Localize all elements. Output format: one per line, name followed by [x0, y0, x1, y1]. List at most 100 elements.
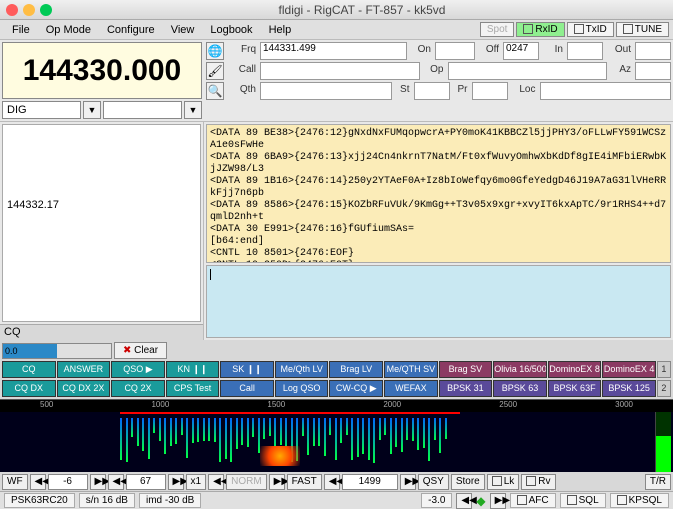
macro-cq2x[interactable]: CQ 2X [111, 380, 165, 397]
speed-fast[interactable]: FAST [287, 474, 322, 490]
macro-meqth-sv[interactable]: Me/QTH SV [384, 361, 438, 378]
menu-logbook[interactable]: Logbook [202, 22, 260, 38]
right-fast-icon[interactable]: ▶▶ [90, 474, 106, 490]
macro-cq[interactable]: CQ [2, 361, 56, 378]
op-label: Op [422, 62, 446, 80]
waterfall-display[interactable]: 500 1000 1500 2000 2500 3000 for(let i=0… [0, 399, 673, 471]
in-label: In [541, 42, 565, 60]
wf-button[interactable]: WF [2, 474, 28, 490]
macro-meqth-lv[interactable]: Me/Qth LV [275, 361, 329, 378]
call-field[interactable] [260, 62, 420, 80]
mode-dropdown-icon[interactable]: ▼ [83, 101, 101, 119]
macro-call[interactable]: Call [220, 380, 274, 397]
zoom-left-icon[interactable]: ◀◀ [208, 474, 224, 490]
op-field[interactable] [448, 62, 608, 80]
left-fast-icon[interactable]: ◀◀ [30, 474, 46, 490]
macro-logqso[interactable]: Log QSO [275, 380, 329, 397]
menu-view[interactable]: View [163, 22, 203, 38]
channel-freq: 144332.17 [7, 199, 196, 211]
receive-pane[interactable]: <DATA 89 BE38>{2476:12}gNxdNxFUMqopwcrA+… [206, 124, 671, 263]
menu-opmode[interactable]: Op Mode [38, 22, 99, 38]
macro-row-1: CQ ANSWER QSO ▶ KN ❙❙ SK ❙❙ Me/Qth LV Br… [2, 361, 671, 378]
spot-button[interactable]: Spot [480, 22, 515, 37]
rv-button[interactable]: Rv [521, 474, 555, 490]
macro-brag-sv[interactable]: Brag SV [439, 361, 493, 378]
wf-val1[interactable]: -6 [48, 474, 88, 490]
lk-button[interactable]: Lk [487, 474, 520, 490]
txid-button[interactable]: TxID [567, 22, 614, 37]
zoom-right-icon[interactable]: ▶▶ [269, 474, 285, 490]
out-label: Out [605, 42, 633, 60]
st-field[interactable] [414, 82, 450, 100]
pr-field[interactable] [472, 82, 508, 100]
left-icon[interactable]: ◀◀ [108, 474, 124, 490]
tune-button[interactable]: TUNE [616, 22, 669, 37]
macro-brag-lv[interactable]: Brag LV [329, 361, 383, 378]
macro-row-2: CQ DX CQ DX 2X CQ 2X CPS Test Call Log Q… [2, 380, 671, 397]
transmit-pane[interactable] [206, 265, 671, 338]
macro-sk[interactable]: SK ❙❙ [220, 361, 274, 378]
pr-label: Pr [452, 82, 470, 100]
macro-bank-2[interactable]: 2 [657, 380, 671, 397]
gain-slider[interactable]: 0.0 [2, 343, 112, 359]
macro-dominoex4[interactable]: DominoEX 4 [602, 361, 656, 378]
macro-wefax[interactable]: WEFAX [384, 380, 438, 397]
frq-field[interactable]: 144331.499 [260, 42, 407, 60]
freq-left-icon[interactable]: ◀◀ [324, 474, 340, 490]
right-icon[interactable]: ▶▶ [168, 474, 184, 490]
macro-cqdx2x[interactable]: CQ DX 2X [57, 380, 111, 397]
on-field[interactable] [435, 42, 475, 60]
off-label: Off [477, 42, 501, 60]
window-title: fldigi - RigCAT - FT-857 - kk5vd [57, 3, 667, 17]
macro-bank-1[interactable]: 1 [657, 361, 671, 378]
qth-field[interactable] [260, 82, 392, 100]
on-label: On [409, 42, 433, 60]
store-button[interactable]: Store [451, 474, 485, 490]
menu-configure[interactable]: Configure [99, 22, 163, 38]
macro-cqdx[interactable]: CQ DX [2, 380, 56, 397]
rxid-button[interactable]: RxID [516, 22, 564, 37]
macro-bpsk63[interactable]: BPSK 63 [493, 380, 547, 397]
menu-file[interactable]: File [4, 22, 38, 38]
macro-kn[interactable]: KN ❙❙ [166, 361, 220, 378]
signal-meter [655, 412, 671, 472]
clear-button[interactable]: ✖ Clear [114, 342, 167, 359]
loc-field[interactable] [540, 82, 672, 100]
menu-help[interactable]: Help [261, 22, 300, 38]
out-field[interactable] [635, 42, 671, 60]
frq-label: Frq [228, 42, 258, 60]
qsy-button[interactable]: QSY [418, 474, 449, 490]
macro-dominoex8[interactable]: DominoEX 8 [548, 361, 602, 378]
submode-dropdown-icon[interactable]: ▼ [184, 101, 202, 119]
macro-bpsk63f[interactable]: BPSK 63F [548, 380, 602, 397]
macro-bpsk125[interactable]: BPSK 125 [602, 380, 656, 397]
signal-spectrum: for(let i=0;i<60;i++){document.write('<d… [120, 416, 460, 466]
az-label: Az [609, 62, 633, 80]
channels-list[interactable]: 144332.17 [2, 124, 201, 322]
freq-right-icon[interactable]: ▶▶ [400, 474, 416, 490]
zoom-x1[interactable]: x1 [186, 474, 207, 490]
macro-olivia[interactable]: Olivia 16/500 [493, 361, 547, 378]
call-label: Call [228, 62, 258, 80]
az-field[interactable] [635, 62, 671, 80]
macro-qso[interactable]: QSO ▶ [111, 361, 165, 378]
macro-cpstest[interactable]: CPS Test [166, 380, 220, 397]
off-field[interactable]: 0247 [503, 42, 539, 60]
macro-answer[interactable]: ANSWER [57, 361, 111, 378]
macro-cwcq[interactable]: CW-CQ ▶ [329, 380, 383, 397]
macro-bpsk31[interactable]: BPSK 31 [439, 380, 493, 397]
maximize-window[interactable] [40, 4, 52, 16]
submode-select[interactable] [103, 101, 182, 119]
cq-label: CQ [0, 324, 203, 340]
globe-icon[interactable]: 🌐 [206, 42, 224, 60]
wf-val2[interactable]: 67 [126, 474, 166, 490]
tr-button[interactable]: T/R [645, 474, 671, 490]
wf-freq[interactable]: 1499 [342, 474, 398, 490]
frequency-display[interactable]: 144330.000 [2, 42, 202, 99]
minimize-window[interactable] [23, 4, 35, 16]
close-window[interactable] [6, 4, 18, 16]
brush-icon[interactable]: 🖌 [206, 62, 224, 80]
search-icon[interactable]: 🔍 [206, 82, 224, 100]
in-field[interactable] [567, 42, 603, 60]
mode-select[interactable]: DIG [2, 101, 81, 119]
